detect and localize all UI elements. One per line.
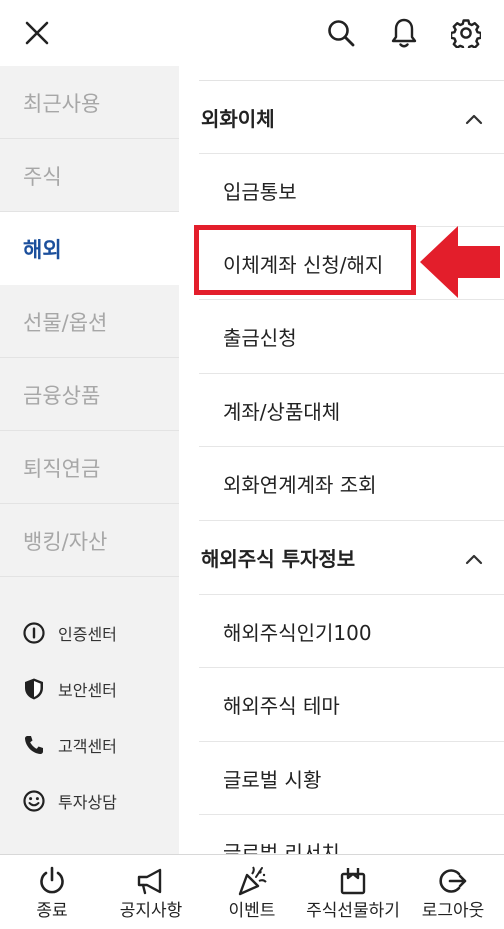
exit-button[interactable]: 종료 (2, 855, 102, 929)
toolbar-label: 이벤트 (228, 901, 276, 921)
logout-icon (437, 865, 469, 897)
phone-icon (22, 733, 46, 757)
util-label: 고객센터 (58, 737, 117, 756)
sidebar-item-label: 최근사용 (23, 91, 101, 116)
bell-icon (390, 17, 418, 49)
notification-button[interactable] (384, 13, 424, 53)
party-popper-icon (236, 865, 268, 897)
section-header-fx-transfer[interactable]: 외화이체 (179, 81, 504, 154)
sidebar-item-label: 뱅킹/자산 (23, 529, 108, 554)
sidebar-item-banking[interactable]: 뱅킹/자산 (0, 504, 179, 577)
chevron-up-icon (464, 107, 484, 131)
sidebar-item-label: 선물/옵션 (23, 310, 108, 335)
menu-item-label: 글로벌 시황 (223, 768, 322, 792)
sidebar-item-label: 주식 (23, 164, 62, 189)
power-icon (36, 865, 68, 897)
menu-item-label: 계좌/상품대체 (223, 400, 341, 424)
menu-item-label: 해외주식 테마 (223, 694, 340, 718)
section-title: 외화이체 (201, 107, 275, 131)
util-label: 보안센터 (58, 681, 117, 700)
search-button[interactable] (321, 13, 361, 53)
smile-icon (22, 789, 46, 813)
stock-gift-button[interactable]: 주식선물하기 (303, 855, 403, 929)
chevron-up-icon (464, 547, 484, 571)
sidebar-item-pension[interactable]: 퇴직연금 (0, 431, 179, 504)
gear-icon (451, 18, 481, 48)
menu-item-withdrawal-request[interactable]: 출금신청 (179, 300, 504, 373)
menu-item-label: 외화연계계좌 조회 (223, 473, 377, 497)
menu-item-deposit-notice[interactable]: 입금통보 (179, 154, 504, 227)
sidebar-item-label: 해외 (23, 237, 62, 262)
close-button[interactable] (17, 13, 57, 53)
sidebar-item-label: 퇴직연금 (23, 456, 101, 481)
settings-button[interactable] (446, 13, 486, 53)
menu-item-global-research[interactable]: 글로벌 리서치 (179, 815, 504, 854)
shield-icon (22, 677, 46, 701)
gift-box-icon (337, 865, 369, 897)
bottom-toolbar: 종료 공지사항 이벤트 주식선물하기 로그아웃 (0, 854, 504, 929)
sidebar-util-certificate[interactable]: 인증센터 (22, 618, 117, 648)
close-icon (24, 20, 50, 46)
sidebar-item-overseas[interactable]: 해외 (0, 212, 179, 285)
search-icon (326, 18, 356, 48)
top-header (0, 0, 504, 66)
menu-item-global-market[interactable]: 글로벌 시황 (179, 742, 504, 815)
sidebar-util-consult[interactable]: 투자상담 (22, 786, 117, 816)
sidebar-item-futures-options[interactable]: 선물/옵션 (0, 285, 179, 358)
menu-item-themes[interactable]: 해외주식 테마 (179, 668, 504, 741)
highlight-box (194, 225, 416, 295)
menu-item-label: 글로벌 리서치 (223, 841, 340, 854)
menu-item-label: 출금신청 (223, 326, 297, 350)
sidebar-item-recent[interactable]: 최근사용 (0, 66, 179, 139)
toolbar-label: 종료 (36, 901, 68, 921)
toolbar-label: 주식선물하기 (306, 901, 400, 921)
sidebar-item-stocks[interactable]: 주식 (0, 139, 179, 212)
logout-button[interactable]: 로그아웃 (403, 855, 503, 929)
menu-item-linked-account-inquiry[interactable]: 외화연계계좌 조회 (179, 447, 504, 520)
menu-item-label: 입금통보 (223, 180, 297, 204)
sidebar-util-security[interactable]: 보안센터 (22, 674, 117, 704)
category-sidebar: 최근사용 주식 해외 선물/옵션 금융상품 퇴직연금 뱅킹/자산 인증센터 보안… (0, 66, 179, 854)
util-label: 인증센터 (58, 625, 117, 644)
section-header-overseas-stock-info[interactable]: 해외주식 투자정보 (179, 521, 504, 594)
highlight-arrow-icon (418, 224, 502, 300)
toolbar-label: 로그아웃 (421, 901, 485, 921)
menu-item-top100[interactable]: 해외주식인기100 (179, 595, 504, 668)
menu-item-account-product-transfer[interactable]: 계좌/상품대체 (179, 374, 504, 447)
certificate-icon (22, 621, 46, 645)
notice-button[interactable]: 공지사항 (101, 855, 201, 929)
sidebar-util-customer[interactable]: 고객센터 (22, 730, 117, 760)
util-label: 투자상담 (58, 793, 117, 812)
toolbar-label: 공지사항 (119, 901, 183, 921)
section-title: 해외주식 투자정보 (201, 547, 356, 571)
sidebar-item-label: 금융상품 (23, 383, 101, 408)
menu-panel: 외화이체 입금통보 이체계좌 신청/해지 출금신청 계좌/상품대체 외화연계계좌… (179, 66, 504, 854)
megaphone-icon (135, 865, 167, 897)
menu-item-label: 해외주식인기100 (223, 621, 372, 645)
sidebar-item-financial-products[interactable]: 금융상품 (0, 358, 179, 431)
event-button[interactable]: 이벤트 (202, 855, 302, 929)
